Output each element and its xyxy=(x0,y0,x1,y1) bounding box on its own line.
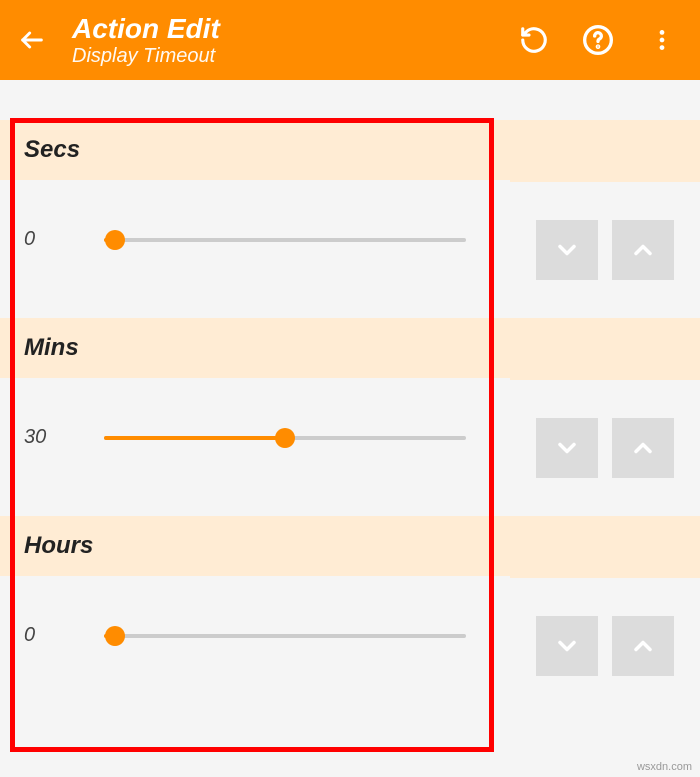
page-title: Action Edit xyxy=(72,13,516,45)
chevron-up-icon xyxy=(629,236,657,264)
hours-up-button[interactable] xyxy=(612,616,674,676)
secs-value: 0 xyxy=(24,228,84,251)
chevron-down-icon xyxy=(553,632,581,660)
section-secs: Secs 0 xyxy=(0,120,700,318)
hours-slider[interactable] xyxy=(104,626,466,646)
hours-slider-thumb[interactable] xyxy=(105,626,125,646)
section-hours: Hours 0 xyxy=(0,516,700,714)
content: Secs 0 Mins xyxy=(0,80,700,714)
help-icon xyxy=(582,24,614,56)
menu-button[interactable] xyxy=(644,22,680,58)
hours-value: 0 xyxy=(24,624,84,647)
mins-slider-thumb[interactable] xyxy=(275,428,295,448)
mins-label: Mins xyxy=(0,318,510,378)
help-button[interactable] xyxy=(580,22,616,58)
secs-slider[interactable] xyxy=(104,230,466,250)
secs-up-button[interactable] xyxy=(612,220,674,280)
secs-label: Secs xyxy=(0,120,510,180)
page-subtitle: Display Timeout xyxy=(72,45,516,68)
chevron-down-icon xyxy=(553,434,581,462)
chevron-up-icon xyxy=(629,632,657,660)
mins-down-button[interactable] xyxy=(536,418,598,478)
section-mins: Mins 30 xyxy=(0,318,700,516)
hours-down-button[interactable] xyxy=(536,616,598,676)
undo-icon xyxy=(519,25,549,55)
back-arrow-icon xyxy=(18,26,46,54)
mins-value: 30 xyxy=(24,426,84,449)
app-header: Action Edit Display Timeout xyxy=(0,0,700,80)
undo-button[interactable] xyxy=(516,22,552,58)
header-actions xyxy=(516,22,680,58)
chevron-up-icon xyxy=(629,434,657,462)
secs-down-button[interactable] xyxy=(536,220,598,280)
secs-slider-thumb[interactable] xyxy=(105,230,125,250)
header-titles: Action Edit Display Timeout xyxy=(72,13,516,68)
hours-label: Hours xyxy=(0,516,510,576)
mins-up-button[interactable] xyxy=(612,418,674,478)
more-vert-icon xyxy=(649,27,675,53)
back-button[interactable] xyxy=(12,20,52,60)
chevron-down-icon xyxy=(553,236,581,264)
watermark: wsxdn.com xyxy=(637,761,692,773)
mins-slider[interactable] xyxy=(104,428,466,448)
